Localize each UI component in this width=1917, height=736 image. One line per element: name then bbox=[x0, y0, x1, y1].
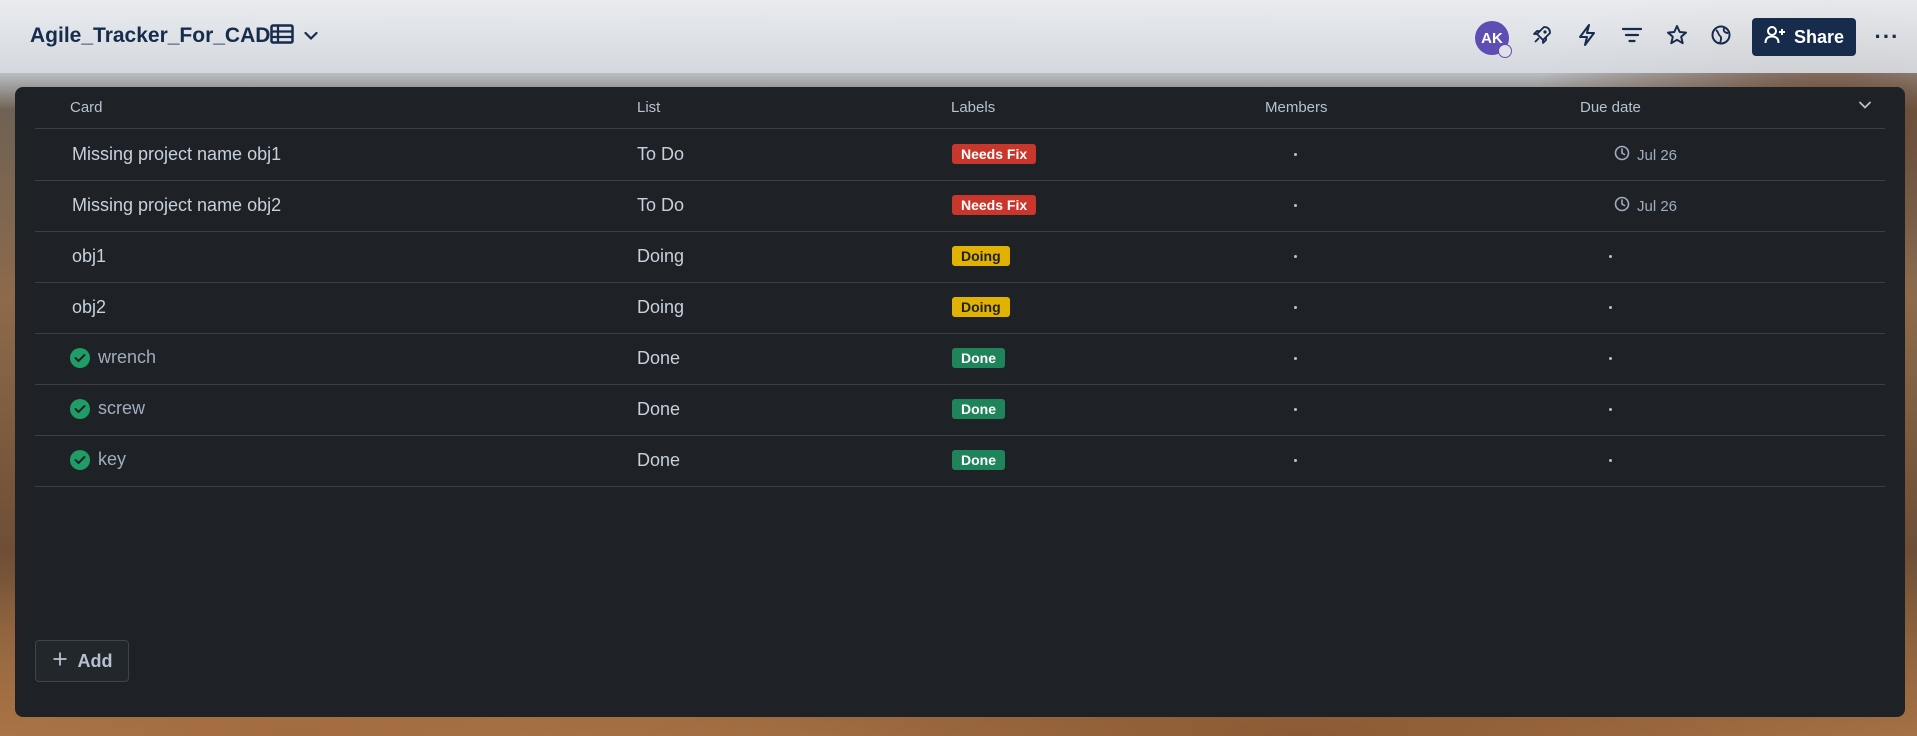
card-title[interactable]: screw bbox=[70, 398, 145, 419]
members-empty-dot[interactable] bbox=[1294, 204, 1297, 207]
list-name[interactable]: Doing bbox=[637, 246, 684, 267]
admin-badge-icon bbox=[1498, 44, 1512, 58]
card-title[interactable]: key bbox=[70, 449, 126, 470]
table-row[interactable]: obj1 Doing Doing bbox=[35, 231, 1885, 283]
due-date-empty-dot[interactable] bbox=[1609, 357, 1612, 360]
add-member-icon bbox=[1764, 25, 1786, 50]
card-name: obj2 bbox=[72, 297, 107, 317]
rocket-icon bbox=[1531, 24, 1553, 51]
table-row[interactable]: Missing project name obj1 To Do Needs Fi… bbox=[35, 129, 1885, 181]
power-ups-button[interactable] bbox=[1527, 22, 1557, 52]
due-date[interactable]: Jul 26 bbox=[1614, 196, 1677, 216]
list-name[interactable]: Done bbox=[637, 399, 680, 420]
visibility-button[interactable] bbox=[1706, 22, 1736, 52]
list-name[interactable]: Doing bbox=[637, 297, 684, 318]
members-empty-dot[interactable] bbox=[1294, 357, 1297, 360]
board-title[interactable]: Agile_Tracker_For_CAD bbox=[30, 24, 270, 48]
star-icon bbox=[1666, 24, 1688, 51]
view-switcher[interactable] bbox=[270, 24, 318, 49]
table-row[interactable]: key Done Done bbox=[35, 435, 1885, 487]
due-date-empty-dot[interactable] bbox=[1609, 306, 1612, 309]
plus-icon bbox=[52, 651, 68, 672]
card-name: Missing project name obj2 bbox=[72, 195, 282, 215]
avatar-initials: AK bbox=[1481, 29, 1503, 47]
bolt-icon bbox=[1577, 23, 1597, 51]
add-label: Add bbox=[77, 650, 113, 671]
list-name[interactable]: To Do bbox=[637, 195, 684, 216]
table-icon bbox=[270, 24, 294, 49]
label-badge[interactable]: Doing bbox=[952, 297, 1010, 317]
clock-icon bbox=[1614, 196, 1630, 216]
table-row[interactable]: Missing project name obj2 To Do Needs Fi… bbox=[35, 180, 1885, 232]
add-card-button[interactable]: Add bbox=[35, 640, 129, 682]
clock-icon bbox=[1614, 145, 1630, 165]
avatar[interactable]: AK bbox=[1475, 21, 1512, 58]
table-row[interactable]: wrench Done Done bbox=[35, 333, 1885, 385]
board-header: Agile_Tracker_For_CAD AK Share ··· bbox=[0, 0, 1917, 73]
label-badge[interactable]: Done bbox=[952, 348, 1005, 368]
share-label: Share bbox=[1793, 26, 1845, 47]
due-date[interactable]: Jul 26 bbox=[1614, 145, 1677, 165]
filter-icon bbox=[1621, 26, 1643, 49]
star-button[interactable] bbox=[1662, 22, 1692, 52]
automation-button[interactable] bbox=[1572, 22, 1602, 52]
card-name: Missing project name obj1 bbox=[72, 144, 282, 164]
card-name: wrench bbox=[98, 347, 157, 367]
members-empty-dot[interactable] bbox=[1294, 306, 1297, 309]
card-title[interactable]: obj2 bbox=[72, 297, 106, 318]
members-empty-dot[interactable] bbox=[1294, 255, 1297, 258]
list-name[interactable]: To Do bbox=[637, 144, 684, 165]
due-date-empty-dot[interactable] bbox=[1609, 255, 1612, 258]
column-header-list[interactable]: List bbox=[637, 99, 660, 116]
due-date-text: Jul 26 bbox=[1637, 146, 1678, 164]
members-empty-dot[interactable] bbox=[1294, 153, 1297, 156]
globe-icon bbox=[1710, 24, 1732, 51]
column-header-card[interactable]: Card bbox=[70, 99, 103, 116]
members-empty-dot[interactable] bbox=[1294, 408, 1297, 411]
list-name[interactable]: Done bbox=[637, 450, 680, 471]
members-empty-dot[interactable] bbox=[1294, 459, 1297, 462]
check-circle-icon[interactable] bbox=[70, 347, 90, 368]
chevron-down-icon bbox=[304, 28, 318, 46]
due-date-empty-dot[interactable] bbox=[1609, 408, 1612, 411]
card-name: screw bbox=[98, 398, 146, 418]
check-circle-icon[interactable] bbox=[70, 449, 90, 470]
card-title[interactable]: wrench bbox=[70, 347, 156, 368]
check-circle-icon[interactable] bbox=[70, 398, 90, 419]
label-badge[interactable]: Doing bbox=[952, 246, 1010, 266]
filter-button[interactable] bbox=[1617, 22, 1647, 52]
list-name[interactable]: Done bbox=[637, 348, 680, 369]
column-header-due-date[interactable]: Due date bbox=[1580, 99, 1641, 116]
label-badge[interactable]: Done bbox=[952, 450, 1005, 470]
card-name: key bbox=[98, 449, 127, 469]
table-header: Card List Labels Members Due date bbox=[35, 87, 1885, 129]
due-date-text: Jul 26 bbox=[1637, 197, 1678, 215]
card-title[interactable]: Missing project name obj1 bbox=[72, 144, 281, 165]
more-menu-button[interactable]: ··· bbox=[1872, 22, 1902, 52]
label-badge[interactable]: Needs Fix bbox=[952, 144, 1037, 164]
card-name: obj1 bbox=[72, 246, 107, 266]
due-date-empty-dot[interactable] bbox=[1609, 459, 1612, 462]
card-title[interactable]: obj1 bbox=[72, 246, 106, 267]
column-header-members[interactable]: Members bbox=[1265, 99, 1328, 116]
table-panel: Card List Labels Members Due date Missin… bbox=[15, 87, 1905, 717]
chevron-down-icon[interactable] bbox=[1858, 97, 1872, 114]
card-title[interactable]: Missing project name obj2 bbox=[72, 195, 281, 216]
share-button[interactable]: Share bbox=[1752, 18, 1856, 56]
more-icon: ··· bbox=[1874, 24, 1900, 49]
label-badge[interactable]: Needs Fix bbox=[952, 195, 1037, 215]
table-row[interactable]: screw Done Done bbox=[35, 384, 1885, 436]
label-badge[interactable]: Done bbox=[952, 399, 1005, 419]
table-row[interactable]: obj2 Doing Doing bbox=[35, 282, 1885, 334]
column-header-labels[interactable]: Labels bbox=[951, 99, 995, 116]
